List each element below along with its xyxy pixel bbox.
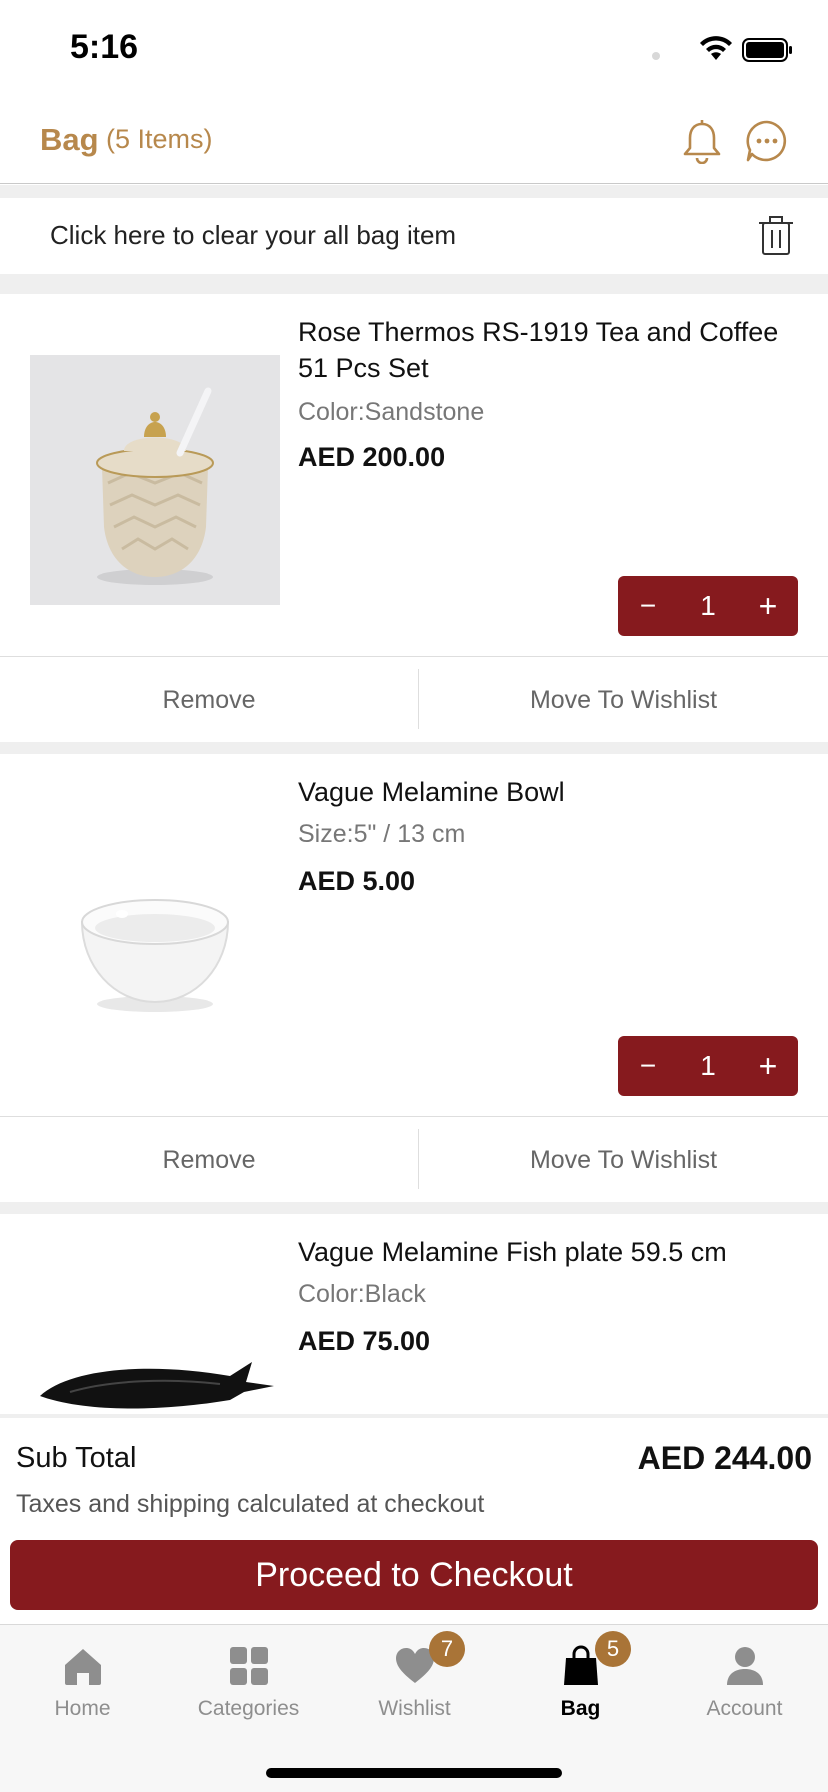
quantity-stepper: − 1 +	[618, 1036, 798, 1096]
bag-item: Rose Thermos RS-1919 Tea and Coffee 51 P…	[0, 294, 828, 656]
item-actions: Remove Move To Wishlist	[0, 1116, 828, 1202]
product-name[interactable]: Vague Melamine Bowl	[298, 774, 803, 810]
bag-item: Vague Melamine Bowl Size:5" / 13 cm AED …	[0, 754, 828, 1116]
tab-label: Categories	[197, 1697, 300, 1720]
tab-label: Home	[54, 1697, 111, 1720]
tab-wishlist[interactable]: 7 Wishlist	[332, 1625, 497, 1735]
order-summary: Sub Total AED 244.00 Taxes and shipping …	[0, 1418, 828, 1624]
wishlist-badge: 7	[429, 1631, 465, 1667]
app-header: Bag (5 Items)	[0, 100, 828, 184]
separator	[0, 185, 828, 198]
item-actions: Remove Move To Wishlist	[0, 656, 828, 742]
clear-bag-text[interactable]: Click here to clear your all bag item	[50, 220, 456, 251]
quantity-value: 1	[700, 1050, 716, 1081]
bag-badge: 5	[595, 1631, 631, 1667]
move-to-wishlist-button[interactable]: Move To Wishlist	[419, 1117, 828, 1203]
product-variant: Color:Sandstone	[298, 398, 485, 426]
categories-icon	[230, 1647, 268, 1685]
product-image-thermos[interactable]	[30, 355, 280, 605]
battery-icon	[742, 38, 792, 62]
status-dot	[652, 52, 660, 60]
tax-note: Taxes and shipping calculated at checkou…	[16, 1490, 485, 1518]
bell-icon[interactable]	[680, 118, 724, 164]
wifi-icon	[700, 36, 732, 60]
increase-quantity-button[interactable]: +	[738, 576, 798, 636]
home-icon	[65, 1649, 101, 1685]
tab-categories[interactable]: Categories	[166, 1625, 331, 1735]
status-bar: 5:16	[0, 0, 828, 100]
quantity-stepper: − 1 +	[618, 576, 798, 636]
subtotal-label: Sub Total	[16, 1442, 137, 1474]
subtotal-value: AED 244.00	[637, 1440, 812, 1476]
remove-button[interactable]: Remove	[0, 657, 418, 743]
product-image-fish-plate[interactable]	[30, 1336, 280, 1416]
product-name[interactable]: Rose Thermos RS-1919 Tea and Coffee 51 P…	[298, 314, 803, 386]
home-indicator	[266, 1768, 562, 1778]
remove-button[interactable]: Remove	[0, 1117, 418, 1203]
tab-account[interactable]: Account	[662, 1625, 827, 1735]
move-to-wishlist-button[interactable]: Move To Wishlist	[419, 657, 828, 743]
product-variant: Color:Black	[298, 1280, 426, 1308]
trash-icon[interactable]	[758, 214, 794, 256]
product-price: AED 75.00	[298, 1326, 431, 1356]
separator	[0, 274, 828, 294]
status-time: 5:16	[70, 28, 139, 66]
separator	[0, 1202, 828, 1214]
decrease-quantity-button[interactable]: −	[618, 1036, 678, 1096]
chat-icon[interactable]	[744, 118, 790, 164]
tab-label: Wishlist	[378, 1697, 451, 1720]
item-count: (5 Items)	[106, 124, 213, 154]
product-price: AED 200.00	[298, 442, 446, 472]
tab-bar: Home Categories 7 Wishlist 5 Bag Account	[0, 1624, 828, 1792]
decrease-quantity-button[interactable]: −	[618, 576, 678, 636]
product-price: AED 5.00	[298, 866, 416, 896]
tab-label: Account	[706, 1697, 783, 1720]
product-image-bowl[interactable]	[30, 804, 280, 1054]
increase-quantity-button[interactable]: +	[738, 1036, 798, 1096]
proceed-to-checkout-button[interactable]: Proceed to Checkout	[10, 1540, 818, 1610]
tab-label: Bag	[560, 1697, 601, 1720]
bag-item: Vague Melamine Fish plate 59.5 cm Color:…	[0, 1214, 828, 1416]
separator	[0, 742, 828, 754]
tab-home[interactable]: Home	[0, 1625, 165, 1735]
quantity-value: 1	[700, 590, 716, 621]
product-variant: Size:5" / 13 cm	[298, 820, 466, 848]
tab-bag[interactable]: 5 Bag	[498, 1625, 663, 1735]
product-name[interactable]: Vague Melamine Fish plate 59.5 cm	[298, 1234, 803, 1270]
clear-bag-bar[interactable]: Click here to clear your all bag item	[0, 198, 828, 274]
user-icon	[727, 1647, 763, 1685]
page-title: Bag	[40, 122, 99, 157]
